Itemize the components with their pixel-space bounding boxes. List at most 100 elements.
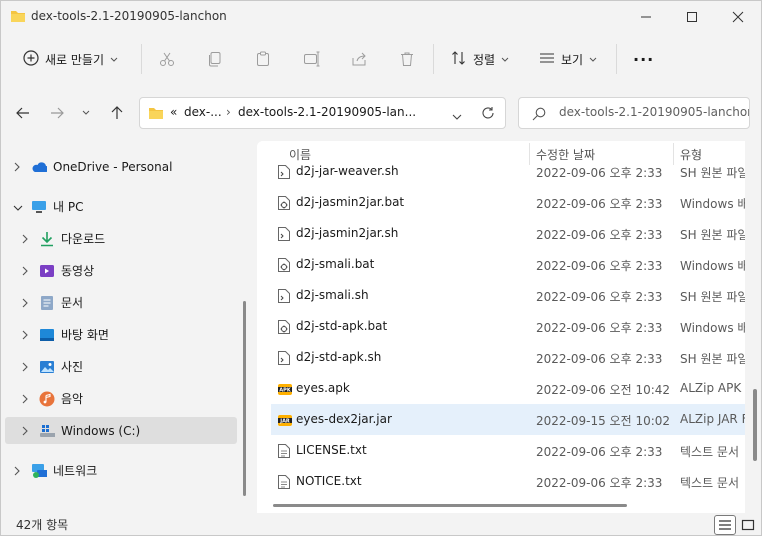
sidebar-item-label: 음악: [61, 392, 84, 406]
cloud-icon: [31, 159, 47, 175]
details-view-button[interactable]: [714, 515, 736, 535]
sidebar-item-videos[interactable]: 동영상: [5, 257, 237, 284]
sidebar-item-desktop[interactable]: 바탕 화면: [5, 321, 237, 348]
search-box[interactable]: dex-tools-2.1-20190905-lanchon...: [518, 97, 750, 129]
file-row[interactable]: NOTICE.txt 2022-09-06 오후 2:33 텍스트 문서: [271, 466, 745, 497]
file-row[interactable]: JAR eyes-dex2jar.jar 2022-09-15 오전 10:02 AL…: [271, 404, 745, 435]
refresh-icon[interactable]: [481, 106, 495, 123]
new-button[interactable]: 새로 만들기: [23, 42, 118, 76]
paste-icon[interactable]: [255, 42, 271, 76]
file-row[interactable]: APK eyes.apk 2022-09-06 오전 10:42 ALZip APK …: [271, 373, 745, 404]
chevron-down-icon[interactable]: [452, 110, 462, 124]
forward-button[interactable]: [43, 98, 71, 128]
sidebar-item-label: Windows (C:): [61, 423, 141, 438]
sidebar-item-label: 다운로드: [61, 232, 106, 246]
sidebar-item-music[interactable]: 음악: [5, 385, 237, 412]
file-type: Windows 배치 파일: [680, 197, 745, 211]
chevron-down-icon: [501, 52, 509, 66]
network-icon: [31, 463, 47, 479]
file-type: Windows 배치 파일: [680, 259, 745, 273]
jar-file-icon: JAR: [277, 412, 292, 428]
more-options-button[interactable]: ···: [633, 42, 654, 76]
sidebar-item-documents[interactable]: 문서: [5, 289, 237, 316]
horizontal-scrollbar[interactable]: [273, 504, 627, 507]
batch-file-icon: [277, 319, 291, 335]
sidebar-item-label: 내 PC: [53, 200, 84, 214]
sidebar-item-onedrive[interactable]: OneDrive - Personal: [5, 153, 237, 180]
text-file-icon: [277, 443, 291, 459]
share-icon[interactable]: [351, 42, 367, 76]
file-name: LICENSE.txt: [296, 443, 367, 457]
file-name: d2j-jasmin2jar.sh: [296, 226, 399, 240]
copy-icon[interactable]: [207, 42, 223, 76]
drive-icon: [39, 423, 55, 439]
maximize-button[interactable]: [669, 1, 715, 33]
file-name: eyes-dex2jar.jar: [296, 412, 392, 426]
view-button[interactable]: 보기: [539, 42, 597, 76]
script-file-icon: [277, 164, 291, 180]
sidebar-item-windows-c[interactable]: Windows (C:): [5, 417, 237, 444]
chevron-right-icon[interactable]: [21, 297, 31, 308]
tiles-view-button[interactable]: [737, 515, 759, 535]
text-file-icon: [277, 474, 291, 490]
script-file-icon: [277, 226, 291, 242]
file-row[interactable]: d2j-jasmin2jar.bat 2022-09-06 오후 2:33 Wind…: [271, 187, 745, 218]
chevron-right-icon[interactable]: [21, 265, 31, 276]
sidebar-item-this-pc[interactable]: 내 PC: [5, 193, 237, 220]
sort-button[interactable]: 정렬: [451, 42, 509, 76]
delete-icon[interactable]: [399, 42, 415, 76]
file-row[interactable]: d2j-jar-weaver.sh 2022-09-06 오후 2:33 SH 원본…: [271, 156, 745, 187]
chevron-right-icon[interactable]: [21, 233, 31, 244]
file-row[interactable]: LICENSE.txt 2022-09-06 오후 2:33 텍스트 문서: [271, 435, 745, 466]
view-button-label: 보기: [561, 52, 584, 67]
pictures-icon: [39, 359, 55, 375]
chevron-right-icon[interactable]: [21, 393, 31, 404]
sidebar-item-label: 문서: [61, 296, 84, 310]
sort-button-label: 정렬: [473, 52, 496, 67]
svg-text:JAR: JAR: [279, 418, 290, 424]
sidebar-scrollbar[interactable]: [243, 301, 246, 496]
breadcrumb-separator[interactable]: ›: [226, 105, 231, 119]
search-placeholder: dex-tools-2.1-20190905-lanchon...: [559, 105, 749, 119]
sidebar-item-network[interactable]: 네트워크: [5, 457, 237, 484]
chevron-right-icon[interactable]: [13, 465, 23, 476]
breadcrumb-overflow[interactable]: «: [170, 105, 177, 119]
sidebar-item-label: 바탕 화면: [61, 328, 109, 342]
file-type: ALZip JAR File: [680, 412, 745, 426]
file-type: ALZip APK File: [680, 381, 745, 395]
breadcrumb-current[interactable]: dex-tools-2.1-20190905-lan...: [238, 105, 416, 119]
file-row[interactable]: d2j-smali.bat 2022-09-06 오후 2:33 Windows 배…: [271, 249, 745, 280]
chevron-right-icon[interactable]: [13, 161, 23, 172]
new-button-label: 새로 만들기: [45, 52, 105, 67]
cut-icon[interactable]: [159, 42, 175, 76]
vertical-scrollbar[interactable]: [753, 389, 757, 461]
file-name: d2j-smali.sh: [296, 288, 369, 302]
file-date: 2022-09-06 오후 2:33: [536, 476, 663, 490]
file-date: 2022-09-06 오후 2:33: [536, 321, 663, 335]
file-row[interactable]: d2j-smali.sh 2022-09-06 오후 2:33 SH 원본 파일: [271, 280, 745, 311]
address-bar[interactable]: « dex-... › dex-tools-2.1-20190905-lan..…: [139, 97, 506, 129]
apk-file-icon: APK: [277, 381, 292, 397]
title-bar: dex-tools-2.1-20190905-lanchon: [1, 1, 761, 33]
document-icon: [39, 295, 55, 311]
file-row[interactable]: d2j-jasmin2jar.sh 2022-09-06 오후 2:33 SH 원본…: [271, 218, 745, 249]
minimize-button[interactable]: [623, 1, 669, 33]
chevron-right-icon[interactable]: [21, 361, 31, 372]
file-row[interactable]: d2j-std-apk.bat 2022-09-06 오후 2:33 Windows…: [271, 311, 745, 342]
folder-icon: [10, 9, 26, 26]
file-row[interactable]: d2j-std-apk.sh 2022-09-06 오후 2:33 SH 원본 파일: [271, 342, 745, 373]
sidebar-item-downloads[interactable]: 다운로드: [5, 225, 237, 252]
chevron-down-icon[interactable]: [13, 201, 23, 211]
chevron-right-icon[interactable]: [21, 425, 31, 436]
window-title: dex-tools-2.1-20190905-lanchon: [31, 9, 227, 23]
file-type: SH 원본 파일: [680, 228, 745, 242]
file-name: d2j-smali.bat: [296, 257, 375, 271]
recent-locations-button[interactable]: [75, 98, 97, 128]
breadcrumb-item[interactable]: dex-...: [184, 105, 222, 119]
back-button[interactable]: [9, 98, 37, 128]
rename-icon[interactable]: [303, 42, 321, 76]
chevron-right-icon[interactable]: [21, 329, 31, 340]
up-button[interactable]: [103, 98, 131, 128]
sidebar-item-pictures[interactable]: 사진: [5, 353, 237, 380]
close-button[interactable]: [715, 1, 761, 33]
